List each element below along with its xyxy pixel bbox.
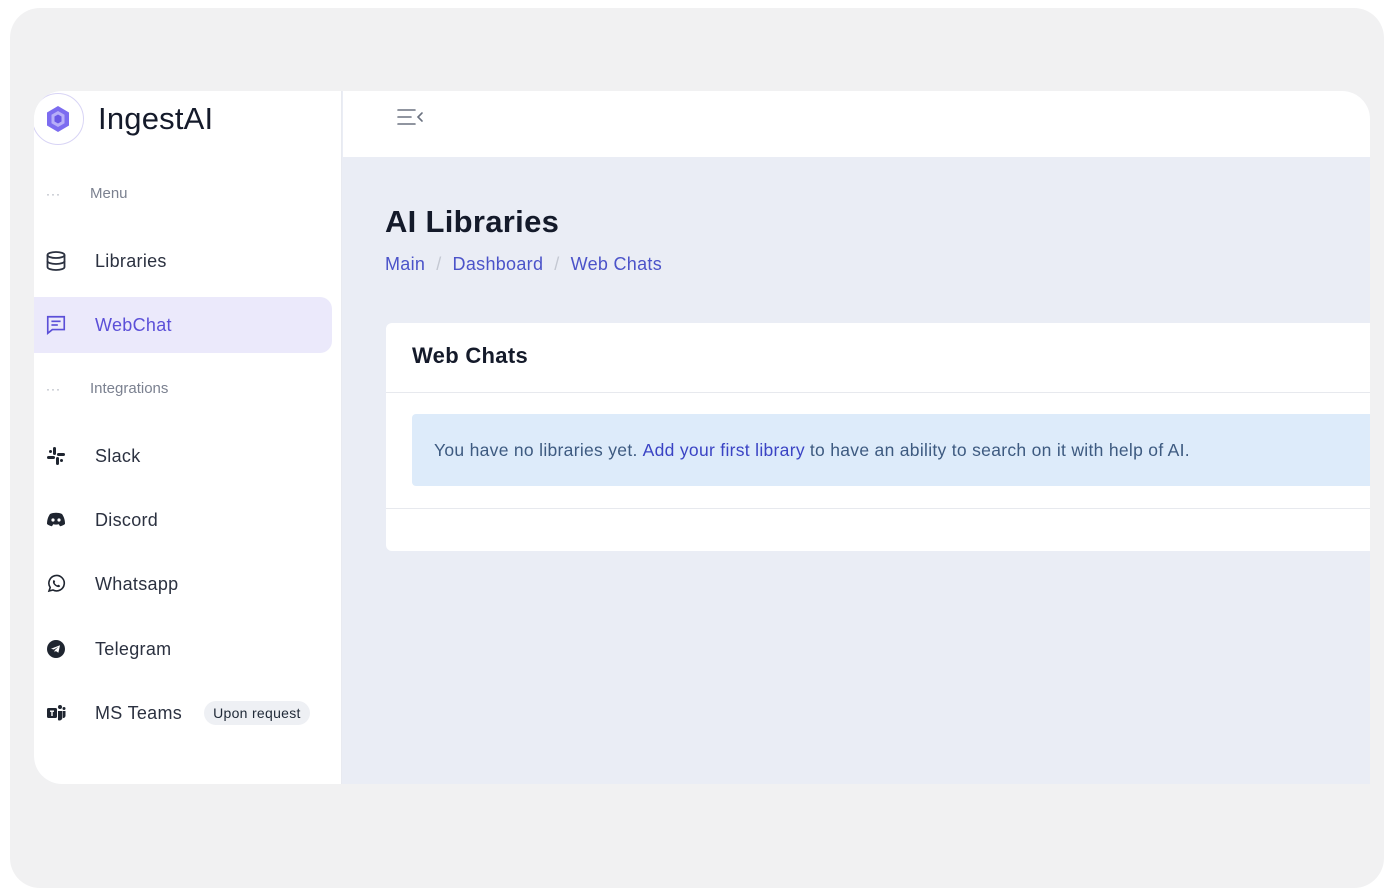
telegram-icon [45, 638, 67, 660]
sidebar-item-discord[interactable]: Discord [34, 492, 332, 548]
empty-libraries-alert: You have no libraries yet. Add your firs… [412, 414, 1370, 486]
sidebar-item-label: Telegram [95, 638, 172, 659]
section-label-integrations: ··· Integrations [46, 380, 168, 397]
breadcrumb-separator: / [554, 254, 560, 274]
dots-icon: ··· [46, 186, 61, 201]
breadcrumb-main[interactable]: Main [385, 254, 425, 275]
sidebar-item-label: Discord [95, 509, 159, 530]
sidebar-item-slack[interactable]: Slack [34, 428, 332, 484]
dots-icon: ··· [46, 381, 61, 396]
upon-request-badge: Upon request [204, 701, 310, 725]
app-window: IngestAI ··· Menu Libraries WebChat ··· … [34, 91, 1370, 784]
sidebar: IngestAI ··· Menu Libraries WebChat ··· … [34, 91, 342, 784]
web-chats-card: Web Chats You have no libraries yet. Add… [386, 323, 1370, 551]
ms-teams-icon [45, 702, 67, 724]
chat-icon [45, 314, 67, 336]
menu-collapse-icon[interactable] [397, 107, 425, 129]
section-label-menu: ··· Menu [46, 185, 128, 202]
page-title: AI Libraries [385, 204, 560, 239]
breadcrumb: Main / Dashboard / Web Chats [385, 254, 662, 275]
breadcrumb-web-chats[interactable]: Web Chats [571, 254, 662, 275]
sidebar-item-label: WebChat [95, 314, 172, 335]
screenshot-frame: IngestAI ··· Menu Libraries WebChat ··· … [10, 8, 1384, 888]
brand-name: IngestAI [98, 101, 214, 136]
sidebar-item-label: MS Teams [95, 702, 183, 723]
alert-text: to have an ability to search on it with … [809, 439, 1190, 460]
sidebar-item-label: Libraries [95, 250, 167, 271]
breadcrumb-separator: / [436, 254, 442, 274]
brand[interactable]: IngestAI [34, 91, 213, 147]
slack-icon [45, 445, 67, 467]
breadcrumb-dashboard[interactable]: Dashboard [453, 254, 544, 275]
section-label-text: Menu [90, 185, 128, 202]
ingestai-logo-icon [34, 93, 84, 145]
alert-text: You have no libraries yet. [434, 439, 638, 460]
card-divider [386, 508, 1370, 509]
sidebar-item-webchat[interactable]: WebChat [34, 297, 332, 353]
sidebar-item-telegram[interactable]: Telegram [34, 621, 332, 677]
whatsapp-icon [45, 573, 67, 595]
sidebar-item-whatsapp[interactable]: Whatsapp [34, 556, 332, 612]
sidebar-item-ms-teams[interactable]: MS Teams Upon request [34, 685, 332, 741]
section-label-text: Integrations [90, 380, 169, 397]
topbar [343, 91, 1370, 157]
sidebar-item-label: Slack [95, 445, 141, 466]
database-icon [45, 250, 67, 272]
discord-icon [45, 509, 67, 531]
sidebar-item-label: Whatsapp [95, 573, 179, 594]
add-first-library-link[interactable]: Add your first library [643, 440, 805, 461]
card-title: Web Chats [412, 343, 528, 368]
sidebar-item-libraries[interactable]: Libraries [34, 233, 332, 289]
card-divider [386, 392, 1370, 393]
